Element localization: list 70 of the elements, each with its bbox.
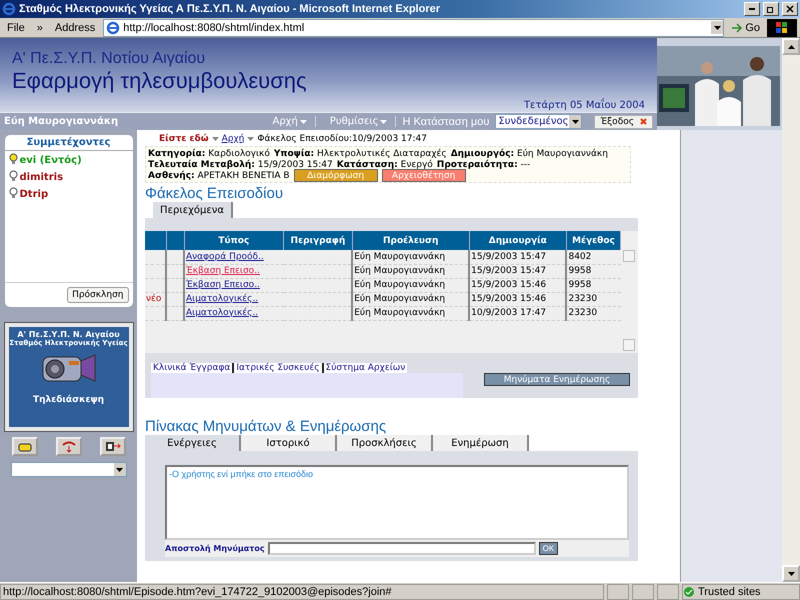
tab[interactable]: Περιεχόμενα [153, 202, 233, 218]
column-header: Τύπος [184, 231, 284, 250]
exit-button[interactable]: Έξοδος [594, 114, 653, 128]
section-link[interactable]: Κλινικά Έγγραφα [151, 363, 234, 373]
participant-name[interactable]: Dtrip [20, 189, 48, 200]
security-zone: Trusted sites [682, 584, 800, 600]
send-message-label: Αποστολή Μηνύματος [165, 544, 265, 553]
card-subtitle: Α' Πε.Σ.Υ.Π. Ν. Αιγαίου [17, 330, 120, 339]
info-field: Κατηγορία: Καρδιολογικό [148, 148, 270, 158]
table-cell: Εύη Μαυρογιαννάκη [352, 292, 470, 306]
address-label: Address [54, 22, 96, 34]
table-cell: 15/9/2003 15:47 [469, 250, 566, 264]
status-label: Η Κατάσταση μου [402, 116, 490, 128]
table-cell: 9958 [566, 278, 620, 292]
toolbar-chevron[interactable]: » [32, 22, 47, 34]
document-link[interactable]: Έκβαση Επεισο.. [186, 266, 260, 276]
document-link[interactable]: Αναφορά Προόδ.. [186, 252, 264, 262]
tab[interactable]: Ενημέρωση [433, 435, 529, 451]
table-cell: 9958 [566, 264, 620, 278]
column-header: Μέγεθος [566, 231, 620, 250]
info-field: Ασθενής: ΑΡΕΤΑΚΗ ΒΕΝΕΤΙΑ Β [148, 170, 290, 180]
section-link[interactable]: Σύστημα Αρχείων [324, 363, 408, 373]
window-title: Σταθμός Ηλεκτρονικής Υγείας Α Πε.Σ.Υ.Π. Ν. Αιγαίου - Microsoft Internet Explorer [19, 3, 441, 15]
info-field: Υποψία: Ηλεκτρολυτικές Διαταραχές [274, 148, 447, 158]
column-header: Προέλευση [352, 231, 470, 250]
breadcrumb-current: Φάκελος Επεισοδίου:10/9/2003 17:47 [257, 134, 427, 144]
info-field: Κατάσταση: Ενεργό [336, 160, 433, 170]
table-cell: 15/9/2003 15:46 [469, 292, 566, 306]
column-header: Δημιουργία [469, 231, 566, 250]
card-label: Τηλεδιάσκεψη [32, 395, 104, 405]
new-label: νέο [146, 294, 162, 304]
table-cell: Εύη Μαυρογιαννάκη [352, 306, 470, 320]
table-cell: Εύη Μαυρογιαννάκη [352, 250, 470, 264]
table-cell: 23230 [566, 292, 620, 306]
table-cell: 15/9/2003 15:47 [469, 264, 566, 278]
application-title: Εφαρμογή τηλεσυμβουλευσης [12, 68, 308, 94]
section-title: Πίνακας Μηνυμάτων & Ενημέρωσης [145, 418, 388, 435]
table-cell: Εύη Μαυρογιαννάκη [352, 278, 470, 292]
table-cell: 10/9/2003 17:47 [469, 306, 566, 320]
tab[interactable]: Ενέργειες [145, 435, 241, 451]
section-link[interactable]: Ιατρικές Συσκευές [234, 363, 324, 373]
document-link[interactable]: Αιματολογικές.. [186, 308, 258, 318]
participant-name[interactable]: dimitris [20, 172, 64, 183]
tab[interactable]: Ιστορικό [241, 435, 337, 451]
column-header: Περιγραφή [284, 231, 352, 250]
table-cell: Εύη Μαυρογιαννάκη [352, 264, 470, 278]
section-title: Φάκελος Επεισοδίου [145, 185, 284, 202]
document-link[interactable]: Έκβαση Επεισο.. [186, 280, 260, 290]
table-cell: 8402 [566, 250, 620, 264]
go-button[interactable]: Go [728, 18, 763, 36]
document-link[interactable]: Αιματολογικές.. [186, 294, 258, 304]
tab[interactable]: Προσκλήσεις [337, 435, 433, 451]
user-name: Εύη Μαυρογιαννάκη [4, 116, 120, 127]
organization-name: Α' Πε.Σ.Υ.Π. Νοτίου Αιγαίου [12, 50, 206, 68]
info-field: Δημιουργός: Εύη Μαυρογιαννάκη [450, 148, 608, 158]
table-cell: 15/9/2003 15:46 [469, 278, 566, 292]
info-field: Προτεραιότητα: --- [436, 160, 530, 170]
address-field[interactable]: http://localhost:8080/shtml/index.html [103, 18, 724, 36]
status-text: http://localhost:8080/shtml/Episode.htm?evi_174722_9102003@episodes?join# [0, 584, 604, 600]
panel-title: Συμμετέχοντες [4, 135, 132, 151]
breadcrumb-lead: Είστε εδώ [159, 134, 209, 144]
status-select[interactable]: Συνδεδεμένος [495, 114, 582, 129]
log-entry: -Ο χρήστης ενί μπήκε στο επεισόδιο [169, 469, 314, 479]
file-menu[interactable]: File [3, 22, 29, 34]
date-text: Τετάρτη 05 Μαΐου 2004 [524, 100, 645, 111]
participant-name[interactable]: evi (Εντός) [20, 155, 82, 166]
invite-button[interactable]: Πρόσκληση [67, 287, 128, 303]
breadcrumb-link[interactable]: Αρχή [222, 134, 244, 144]
table-cell: 23230 [566, 306, 620, 320]
info-field: Τελευταία Μεταβολή: 15/9/2003 15:47 [148, 160, 333, 170]
